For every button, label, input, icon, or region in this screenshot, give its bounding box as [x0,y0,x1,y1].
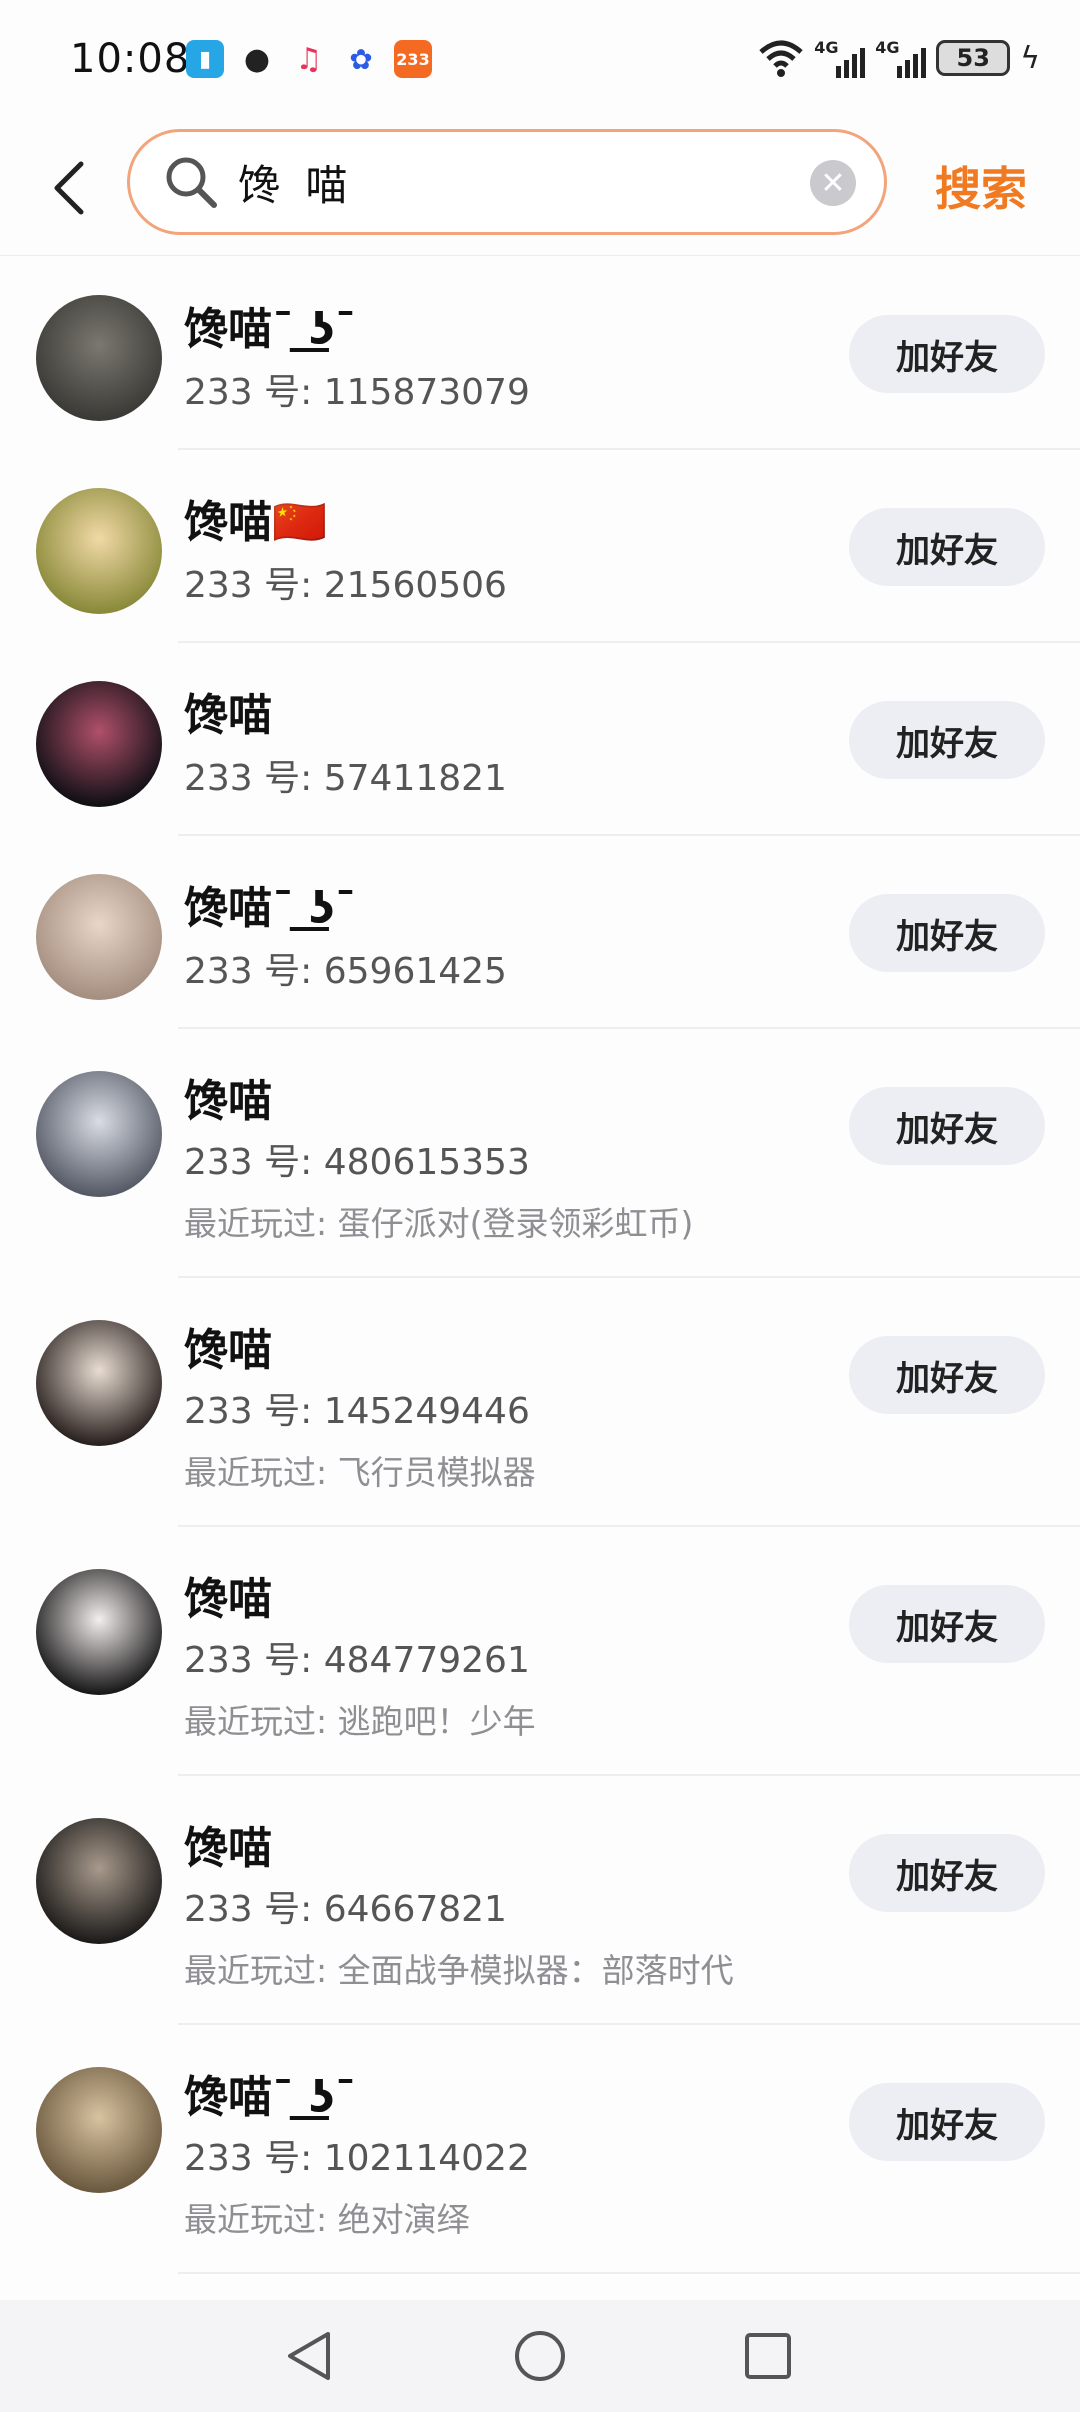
back-nav-icon[interactable] [288,2332,330,2380]
add-friend-button[interactable]: 加好友 [849,508,1045,586]
add-friend-button[interactable]: 加好友 [849,1087,1045,1165]
book-app-icon: ▮ [186,40,224,78]
signal-icon-1: 4G [814,38,866,78]
add-friend-button[interactable]: 加好友 [849,1585,1045,1663]
user-id: 233 号: 64667821 [184,1889,507,1930]
avatar[interactable] [36,488,162,614]
search-box[interactable]: ✕ [127,129,887,235]
clock: 10:08 [70,36,191,82]
avatar[interactable] [36,1071,162,1197]
user-id: 233 号: 115873079 [184,372,530,413]
chevron-left-icon [54,161,84,215]
list-item[interactable]: 馋喵 233 号: 480615353 最近玩过: 蛋仔派对(登录领彩虹币) 加好友 [0,1029,1080,1278]
user-id: 233 号: 145249446 [184,1391,530,1432]
navigation-bar [0,2300,1080,2412]
avatar[interactable] [36,1818,162,1944]
user-name: 馋喵 [184,690,272,741]
user-id: 233 号: 65961425 [184,951,507,992]
search-input[interactable] [238,157,758,207]
search-button[interactable]: 搜索 [935,153,1027,219]
user-id: 233 号: 480615353 [184,1142,530,1183]
recently-played: 最近玩过: 飞行员模拟器 [184,1453,536,1492]
list-item[interactable]: 馋喵ˉ ͟ʖˉ 233 号: 102114022 最近玩过: 绝对演绎 加好友 [0,2025,1080,2274]
system-icons: 4G 4G 53 ϟ [758,38,1040,78]
user-name: 馋喵 [184,1325,272,1376]
battery-icon: 53 [936,40,1011,76]
recently-played: 最近玩过: 全面战争模拟器：部落时代 [184,1951,734,1990]
user-result-list: 馋喵ˉ ͟ʖˉ 233 号: 115873079 加好友 馋喵🇨🇳 233 号: 215… [0,257,1080,2274]
status-bar: 10:08 ▮ ● ♫ ✿ 233 4G 4G 53 ϟ [0,0,1080,125]
nav-buttons [288,2331,791,2381]
user-id: 233 号: 21560506 [184,565,507,606]
add-friend-button[interactable]: 加好友 [849,701,1045,779]
recently-played: 最近玩过: 蛋仔派对(登录领彩虹币) [184,1204,694,1243]
user-name: 馋喵 [184,1076,272,1127]
search-icon [166,157,217,208]
list-item[interactable]: 馋喵 233 号: 484779261 最近玩过: 逃跑吧！少年 加好友 [0,1527,1080,1776]
app-233-icon: 233 [394,40,432,78]
add-friend-button[interactable]: 加好友 [849,1834,1045,1912]
add-friend-button[interactable]: 加好友 [849,1336,1045,1414]
avatar[interactable] [36,2067,162,2193]
avatar[interactable] [36,1569,162,1695]
user-name: 馋喵ˉ ͟ʖˉ [184,304,357,355]
add-friend-button[interactable]: 加好友 [849,894,1045,972]
avatar[interactable] [36,1320,162,1446]
avatar[interactable] [36,681,162,807]
wechat-icon: ● [243,41,271,77]
user-id: 233 号: 57411821 [184,758,507,799]
user-name: 馋喵🇨🇳 [184,497,327,548]
list-item[interactable]: 馋喵 233 号: 145249446 最近玩过: 飞行员模拟器 加好友 [0,1278,1080,1527]
signal-icon-2: 4G [875,38,927,78]
list-item[interactable]: 馋喵🇨🇳 233 号: 21560506 加好友 [0,450,1080,643]
network-type-label: 4G [814,38,839,57]
search-header: ✕ 搜索 [0,125,1080,256]
notification-icons: ▮ ● ♫ ✿ 233 [186,40,432,78]
baidu-icon: ✿ [349,42,373,76]
recently-played: 最近玩过: 绝对演绎 [184,2200,470,2239]
home-nav-icon[interactable] [515,2331,565,2381]
add-friend-button[interactable]: 加好友 [849,315,1045,393]
user-name: 馋喵ˉ ͟ʖˉ [184,2072,357,2123]
clear-icon[interactable]: ✕ [810,160,856,206]
list-item[interactable]: 馋喵 233 号: 57411821 加好友 [0,643,1080,836]
wifi-icon [759,40,803,77]
user-name: 馋喵 [184,1574,272,1625]
avatar[interactable] [36,874,162,1000]
list-item[interactable]: 馋喵 233 号: 64667821 最近玩过: 全面战争模拟器：部落时代 加好友 [0,1776,1080,2025]
music-icon: ♫ [295,41,323,77]
list-item[interactable]: 馋喵ˉ ͟ʖˉ 233 号: 115873079 加好友 [0,257,1080,450]
network-type-label: 4G [875,38,900,57]
user-name: 馋喵 [184,1823,272,1874]
charging-icon: ϟ [1020,40,1040,76]
back-button[interactable] [44,153,94,223]
recently-played: 最近玩过: 逃跑吧！少年 [184,1702,536,1741]
user-id: 233 号: 484779261 [184,1640,530,1681]
user-name: 馋喵ˉ ͟ʖˉ [184,883,357,934]
user-id: 233 号: 102114022 [184,2138,530,2179]
add-friend-button[interactable]: 加好友 [849,2083,1045,2161]
avatar[interactable] [36,295,162,421]
partial-list-item [178,2280,208,2300]
list-item[interactable]: 馋喵ˉ ͟ʖˉ 233 号: 65961425 加好友 [0,836,1080,1029]
recents-nav-icon[interactable] [745,2333,791,2379]
